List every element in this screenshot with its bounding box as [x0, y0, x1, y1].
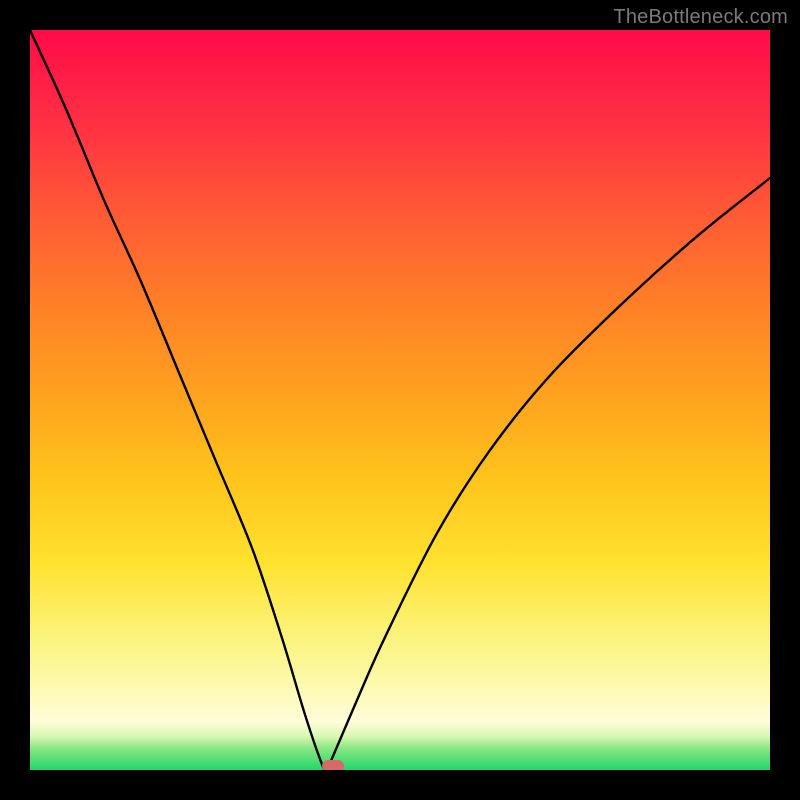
watermark-text: TheBottleneck.com	[613, 6, 788, 29]
bottleneck-curve	[30, 30, 770, 770]
chart-frame: TheBottleneck.com	[0, 0, 800, 800]
curve-path	[30, 30, 770, 770]
optimal-point-marker	[322, 760, 344, 770]
plot-area	[30, 30, 770, 770]
